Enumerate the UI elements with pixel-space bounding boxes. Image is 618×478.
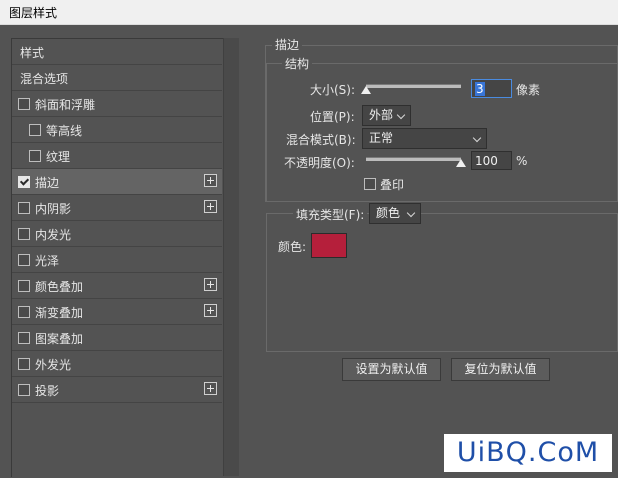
style-item-label: 内发光 bbox=[35, 228, 72, 242]
opacity-label: 不透明度(O): bbox=[284, 156, 355, 170]
style-item-label: 图案叠加 bbox=[35, 332, 84, 346]
style-item[interactable]: 描边 bbox=[12, 169, 222, 195]
stroke-color-swatch[interactable] bbox=[311, 233, 347, 258]
add-effect-icon[interactable] bbox=[204, 174, 217, 187]
styles-list-scrollbar[interactable] bbox=[223, 38, 239, 476]
style-item-label: 投影 bbox=[35, 384, 60, 398]
add-effect-icon[interactable] bbox=[204, 382, 217, 395]
size-slider-thumb[interactable] bbox=[361, 86, 371, 94]
position-select[interactable]: 外部 bbox=[362, 105, 411, 126]
style-item[interactable]: 光泽 bbox=[12, 247, 222, 273]
chevron-down-icon bbox=[472, 133, 482, 143]
style-item-label: 渐变叠加 bbox=[35, 306, 84, 320]
style-item-label: 斜面和浮雕 bbox=[35, 98, 96, 112]
style-item[interactable]: 外发光 bbox=[12, 351, 222, 377]
style-item[interactable]: 图案叠加 bbox=[12, 325, 222, 351]
style-item-checkbox[interactable] bbox=[18, 98, 30, 110]
size-input[interactable]: 3 bbox=[471, 79, 512, 98]
opacity-slider[interactable] bbox=[366, 157, 461, 161]
position-value: 外部 bbox=[369, 108, 394, 122]
opacity-value: 100 bbox=[475, 154, 498, 168]
style-item-checkbox[interactable] bbox=[18, 176, 30, 188]
color-label: 颜色: bbox=[278, 240, 307, 254]
stroke-section-title: 描边 bbox=[272, 36, 303, 53]
style-item-label: 光泽 bbox=[35, 254, 60, 268]
style-item[interactable]: 颜色叠加 bbox=[12, 273, 222, 299]
size-label: 大小(S): bbox=[310, 83, 356, 97]
style-item-checkbox[interactable] bbox=[29, 124, 41, 136]
style-item-label: 样式 bbox=[20, 46, 45, 60]
style-item-label: 等高线 bbox=[46, 124, 83, 138]
style-item[interactable]: 投影 bbox=[12, 377, 222, 403]
style-item[interactable]: 纹理 bbox=[12, 143, 222, 169]
style-item-label: 混合选项 bbox=[20, 72, 69, 86]
style-item[interactable]: 等高线 bbox=[12, 117, 222, 143]
overprint-checkbox[interactable] bbox=[364, 178, 376, 190]
blend-mode-label: 混合模式(B): bbox=[286, 133, 356, 147]
blend-mode-select[interactable]: 正常 bbox=[362, 128, 487, 149]
structure-title: 结构 bbox=[282, 55, 313, 72]
style-item-label: 描边 bbox=[35, 176, 60, 190]
opacity-unit: % bbox=[516, 154, 528, 168]
make-default-button[interactable]: 设置为默认值 bbox=[342, 358, 441, 381]
size-value: 3 bbox=[475, 82, 485, 96]
title-bar: 图层样式 bbox=[0, 0, 618, 25]
fill-type-value: 颜色 bbox=[376, 206, 401, 220]
add-effect-icon[interactable] bbox=[204, 200, 217, 213]
chevron-down-icon bbox=[396, 110, 406, 120]
reset-default-button[interactable]: 复位为默认值 bbox=[451, 358, 550, 381]
blend-mode-value: 正常 bbox=[369, 131, 394, 145]
style-item[interactable]: 内发光 bbox=[12, 221, 222, 247]
style-item[interactable]: 混合选项 bbox=[12, 65, 222, 91]
window-title: 图层样式 bbox=[9, 6, 58, 20]
opacity-slider-thumb[interactable] bbox=[456, 159, 466, 167]
opacity-input[interactable]: 100 bbox=[471, 151, 512, 170]
style-item-checkbox[interactable] bbox=[18, 384, 30, 396]
style-item-checkbox[interactable] bbox=[18, 332, 30, 344]
add-effect-icon[interactable] bbox=[204, 278, 217, 291]
style-item[interactable]: 斜面和浮雕 bbox=[12, 91, 222, 117]
add-effect-icon[interactable] bbox=[204, 304, 217, 317]
style-item-label: 外发光 bbox=[35, 358, 72, 372]
style-item[interactable]: 样式 bbox=[12, 39, 222, 65]
style-item-label: 内阴影 bbox=[35, 202, 72, 216]
chevron-down-icon bbox=[406, 208, 416, 218]
style-item-label: 颜色叠加 bbox=[35, 280, 84, 294]
style-item[interactable]: 渐变叠加 bbox=[12, 299, 222, 325]
style-item-checkbox[interactable] bbox=[18, 228, 30, 240]
style-item-checkbox[interactable] bbox=[29, 150, 41, 162]
size-slider[interactable] bbox=[366, 84, 461, 88]
style-item[interactable]: 内阴影 bbox=[12, 195, 222, 221]
style-item-checkbox[interactable] bbox=[18, 358, 30, 370]
overprint-label: 叠印 bbox=[380, 178, 405, 192]
style-item-checkbox[interactable] bbox=[18, 280, 30, 292]
styles-list: 样式混合选项斜面和浮雕等高线纹理描边内阴影内发光光泽颜色叠加渐变叠加图案叠加外发… bbox=[11, 38, 223, 477]
fill-type-label: 填充类型(F): bbox=[293, 206, 368, 223]
site-watermark: UiBQ.CoM bbox=[444, 434, 612, 472]
style-item-checkbox[interactable] bbox=[18, 202, 30, 214]
style-item-checkbox[interactable] bbox=[18, 306, 30, 318]
style-item-checkbox[interactable] bbox=[18, 254, 30, 266]
fill-type-select[interactable]: 颜色 bbox=[369, 203, 421, 224]
style-item-label: 纹理 bbox=[46, 150, 71, 164]
size-unit: 像素 bbox=[516, 83, 541, 97]
position-label: 位置(P): bbox=[310, 110, 355, 124]
